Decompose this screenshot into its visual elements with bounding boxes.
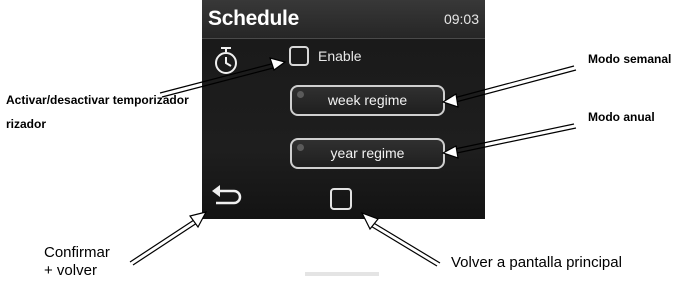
enable-checkbox[interactable] <box>289 46 309 66</box>
back-arrow-icon[interactable] <box>210 183 244 209</box>
year-regime-button[interactable]: year regime <box>290 138 445 169</box>
annotation-volver: Volver a pantalla principal <box>451 254 622 271</box>
led-indicator-icon <box>297 91 304 98</box>
device-screen: Schedule 09:03 Enable week regime year r… <box>202 0 485 219</box>
week-regime-label: week regime <box>327 92 408 108</box>
week-regime-button[interactable]: week regime <box>290 85 445 116</box>
bottom-bar <box>305 272 379 276</box>
clock-time: 09:03 <box>443 11 479 27</box>
led-indicator-icon <box>297 144 304 151</box>
stopwatch-icon <box>215 47 237 74</box>
arrow-to-back <box>129 211 208 266</box>
annotation-confirmar: Confirmar <box>44 244 110 261</box>
annotation-modo-semanal: Modo semanal <box>588 52 672 66</box>
arrow-to-home <box>360 211 441 267</box>
annotation-modo-anual: Modo anual <box>588 110 655 124</box>
enable-label: Enable <box>318 48 362 64</box>
header-bar: Schedule 09:03 <box>202 0 485 39</box>
home-square-icon[interactable] <box>330 188 352 210</box>
annotation-activar-cont: rizador <box>6 117 47 131</box>
annotation-confirmar-cont: + volver <box>44 262 97 279</box>
year-regime-label: year regime <box>330 145 405 161</box>
page-title: Schedule <box>208 7 299 30</box>
annotation-activar: Activar/desactivar temporizador <box>6 93 189 107</box>
